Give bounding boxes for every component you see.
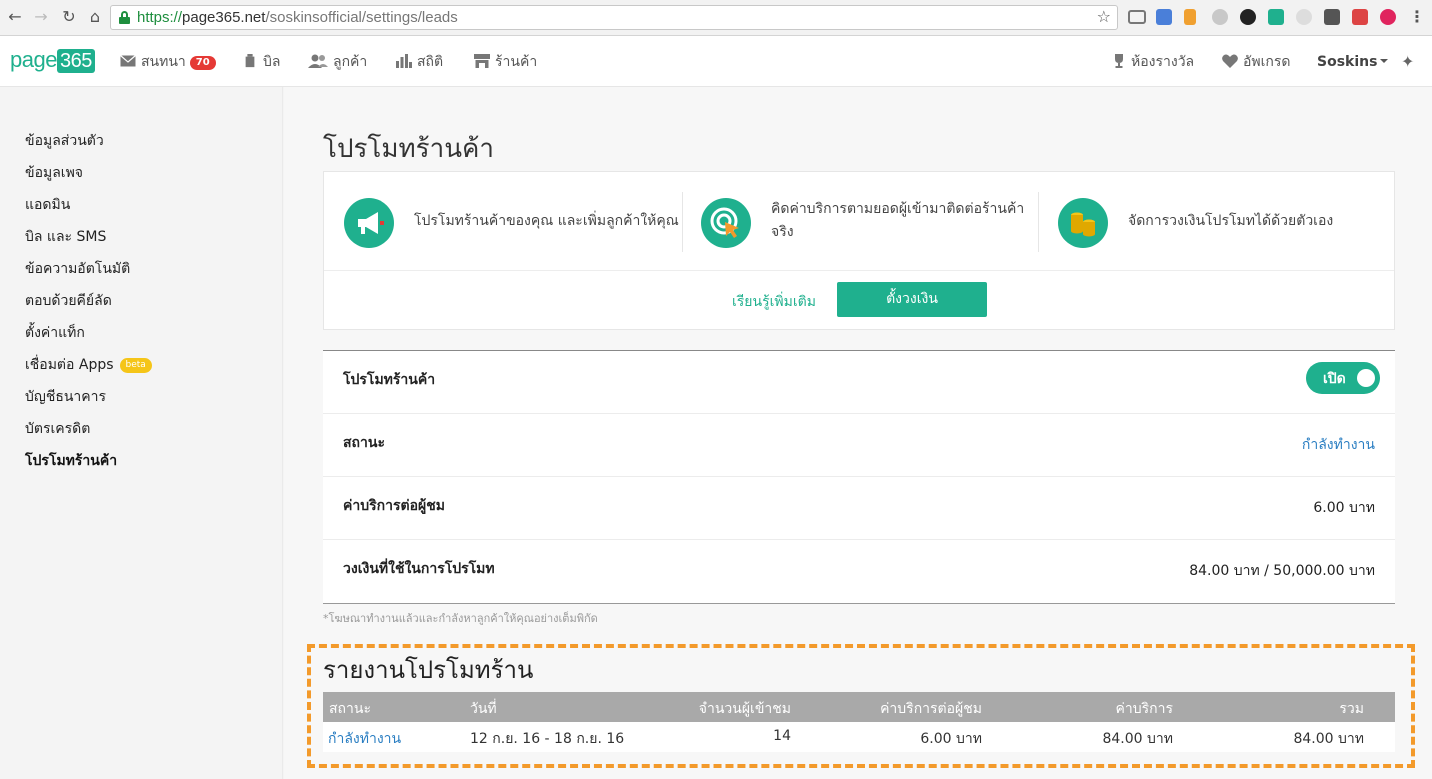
unread-badge: 70 xyxy=(189,56,216,70)
youtube-icon[interactable] xyxy=(1324,9,1340,25)
stats-icon xyxy=(396,54,412,68)
target-click-icon xyxy=(701,198,751,248)
row-visitors: 14 xyxy=(773,728,791,744)
chevron-down-icon xyxy=(1380,59,1389,63)
pinterest-icon[interactable] xyxy=(1380,9,1396,25)
row-cost: 84.00 บาท xyxy=(1102,731,1173,747)
heart-icon xyxy=(1222,54,1238,68)
extension-icon[interactable] xyxy=(1296,9,1312,25)
setting-row-status: สถานะ กำลังทำงาน xyxy=(323,414,1395,477)
extension-icon[interactable] xyxy=(1240,9,1256,25)
home-icon[interactable]: ⌂ xyxy=(84,6,106,28)
user-menu[interactable]: Soskins xyxy=(1317,52,1389,72)
app-header: page 365 สนทนา 70 บิล ลูกค้า สถิติ ร้านค้า… xyxy=(0,36,1432,87)
bookmark-star-icon[interactable]: ☆ xyxy=(1097,7,1111,26)
promo-info-card: โปรโมทร้านค้าของคุณ และเพิ่มลูกค้าให้คุณ… xyxy=(323,171,1395,330)
col-cost: ค่าบริการ xyxy=(1115,701,1174,717)
sidebar-item-connect-apps[interactable]: เชื่อมต่อ Apps beta xyxy=(25,355,152,375)
coins-icon xyxy=(1058,198,1108,248)
toggle-label: เปิด xyxy=(1323,371,1346,387)
budget-label: วงเงินที่ใช้ในการโปรโมท xyxy=(343,561,495,577)
sidebar-item-profile[interactable]: ข้อมูลส่วนตัว xyxy=(25,131,104,151)
footnote: *โฆษณาทำงานแล้วและกำลังหาลูกค้าให้คุณอย่… xyxy=(323,612,598,625)
customers-icon xyxy=(308,54,328,68)
col-visitors: จำนวนผู้เข้าชม xyxy=(698,701,791,717)
megaphone-icon xyxy=(344,198,394,248)
cost-value: 6.00 บาท xyxy=(1313,500,1375,516)
sidebar-item-auto-message[interactable]: ข้อความอัตโนมัติ xyxy=(25,259,130,279)
address-bar[interactable]: https://page365.net/soskinsofficial/sett… xyxy=(110,5,1118,30)
store-icon xyxy=(474,54,490,68)
magic-wand-icon[interactable]: ✦ xyxy=(1401,52,1414,72)
setting-row-budget: วงเงินที่ใช้ในการโปรโมท 84.00 บาท / 50,0… xyxy=(323,540,1395,603)
row-status-link[interactable]: กำลังทำงาน xyxy=(328,728,401,750)
nav-store[interactable]: ร้านค้า xyxy=(474,52,537,72)
cast-icon[interactable] xyxy=(1128,10,1146,24)
sidebar-item-admin[interactable]: แอดมิน xyxy=(25,195,70,215)
row-total: 84.00 บาท xyxy=(1293,731,1364,747)
report-table-header: สถานะ วันที่ จำนวนผู้เข้าชม ค่าบริการต่อ… xyxy=(323,692,1395,722)
sidebar-item-tag-settings[interactable]: ตั้งค่าแท็ก xyxy=(25,323,85,343)
promote-label: โปรโมทร้านค้า xyxy=(343,372,436,388)
promote-toggle[interactable]: เปิด xyxy=(1306,362,1380,394)
learn-more-link[interactable]: เรียนรู้เพิ่มเติม xyxy=(732,291,816,313)
envelope-icon xyxy=(120,55,136,67)
sidebar-item-promote-store[interactable]: โปรโมทร้านค้า xyxy=(25,451,117,471)
status-label: สถานะ xyxy=(343,435,385,451)
nav-awards[interactable]: ห้องรางวัล xyxy=(1112,52,1194,72)
col-cost-per-visitor: ค่าบริการต่อผู้ชม xyxy=(880,701,982,717)
menu-kebab-icon[interactable]: ⋮ xyxy=(1406,6,1428,28)
setting-row-promote: โปรโมทร้านค้า เปิด xyxy=(323,351,1395,414)
trophy-icon xyxy=(1115,54,1123,68)
report-title: รายงานโปรโมทร้าน xyxy=(323,656,534,684)
col-status: สถานะ xyxy=(329,701,371,717)
page365-logo[interactable]: page 365 xyxy=(10,47,95,75)
extension-icon[interactable] xyxy=(1184,9,1196,25)
sidebar-item-bill-sms[interactable]: บิล และ SMS xyxy=(25,227,106,247)
nav-chat[interactable]: สนทนา 70 xyxy=(120,52,216,72)
col-date: วันที่ xyxy=(470,701,497,717)
bill-icon xyxy=(245,54,255,68)
row-cost-per-visitor: 6.00 บาท xyxy=(920,731,982,747)
promote-settings-card: โปรโมทร้านค้า เปิด สถานะ กำลังทำงาน ค่าบ… xyxy=(323,350,1395,604)
budget-value: 84.00 บาท / 50,000.00 บาท xyxy=(1189,563,1375,579)
back-arrow-icon[interactable]: ← xyxy=(4,6,26,28)
beta-badge: beta xyxy=(119,358,152,373)
cost-label: ค่าบริการต่อผู้ชม xyxy=(343,498,445,514)
toggle-knob xyxy=(1357,369,1375,387)
nav-customers[interactable]: ลูกค้า xyxy=(308,52,367,72)
row-date: 12 ก.ย. 16 - 18 ก.ย. 16 xyxy=(470,731,625,747)
translate-icon[interactable] xyxy=(1156,9,1172,25)
nav-bills[interactable]: บิล xyxy=(242,52,280,72)
drive-icon[interactable] xyxy=(1212,9,1228,25)
table-row: กำลังทำงาน 12 ก.ย. 16 - 18 ก.ย. 16 14 6.… xyxy=(323,722,1395,752)
url-text: https://page365.net/soskinsofficial/sett… xyxy=(137,9,458,26)
sidebar-item-bank-account[interactable]: บัญชีธนาคาร xyxy=(25,387,106,407)
sidebar-item-page-info[interactable]: ข้อมูลเพจ xyxy=(25,163,83,183)
col-total: รวม xyxy=(1339,701,1364,717)
page365-extension-icon[interactable] xyxy=(1268,9,1284,25)
sidebar-item-shortcut-reply[interactable]: ตอบด้วยคีย์ลัด xyxy=(25,291,112,311)
nav-stats[interactable]: สถิติ xyxy=(396,52,443,72)
nav-upgrade[interactable]: อัพเกรด xyxy=(1222,52,1291,72)
set-budget-button[interactable]: ตั้งวงเงิน xyxy=(837,282,987,317)
forward-arrow-icon[interactable]: → xyxy=(30,6,52,28)
lock-icon xyxy=(119,11,130,24)
reload-icon[interactable]: ↻ xyxy=(58,6,80,28)
page-title: โปรโมทร้านค้า xyxy=(323,134,495,164)
gmail-icon[interactable] xyxy=(1352,9,1368,25)
sidebar-item-credit-card[interactable]: บัตรเครดิต xyxy=(25,419,90,439)
setting-row-cost: ค่าบริการต่อผู้ชม 6.00 บาท xyxy=(323,477,1395,540)
browser-toolbar: ← → ↻ ⌂ https://page365.net/soskinsoffic… xyxy=(0,0,1432,36)
status-value-link[interactable]: กำลังทำงาน xyxy=(1302,434,1375,456)
